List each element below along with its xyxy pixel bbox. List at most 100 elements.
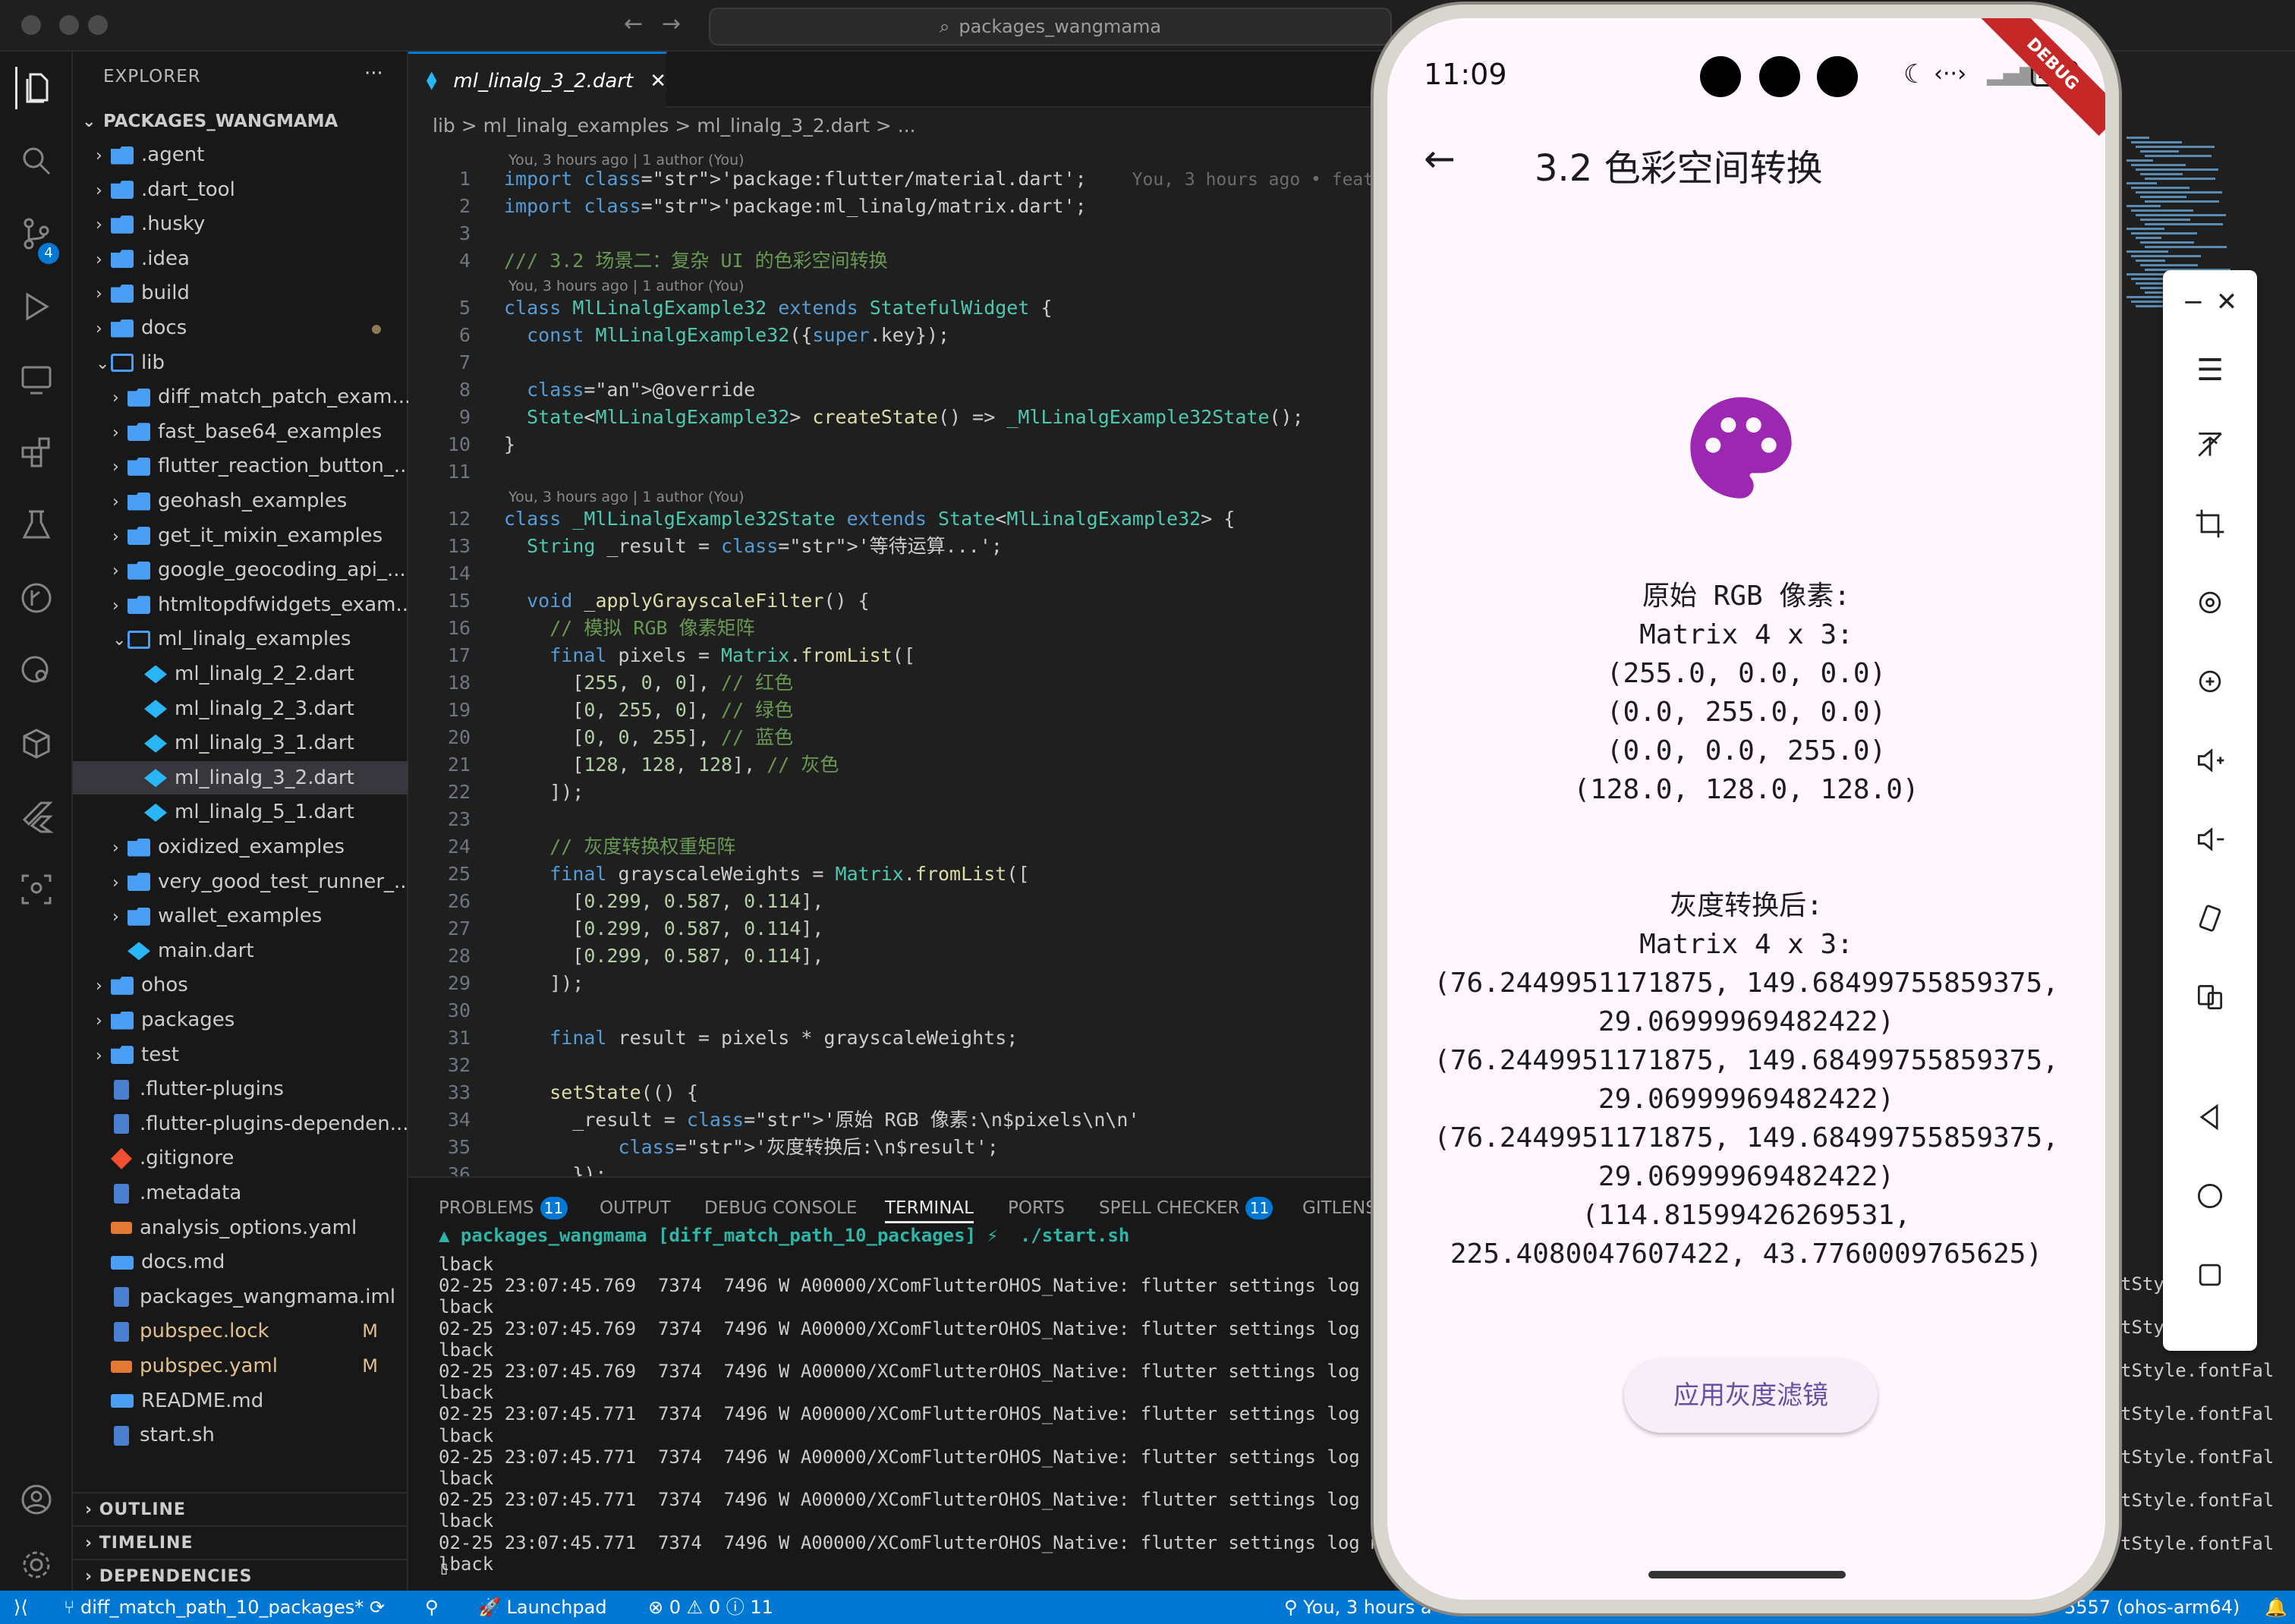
volume-down-icon[interactable] (2163, 817, 2257, 862)
tree-item[interactable]: .gitignore (73, 1141, 408, 1175)
code-line[interactable]: 35 class="str">'灰度转换后:\n$result'; (408, 1134, 1395, 1161)
problems-status[interactable]: ⊗ 0 ⚠ 0 ⓘ 11 (648, 1591, 773, 1624)
tree-item[interactable]: docs.md (73, 1245, 408, 1279)
code-line[interactable]: 26 [0.299, 0.587, 0.114], (408, 888, 1395, 915)
code-line[interactable]: 24 // 灰度转换权重矩阵 (408, 833, 1395, 861)
testing-icon[interactable] (15, 504, 58, 546)
multi-window-icon[interactable] (2163, 974, 2257, 1020)
tab-ml-linalg-3-2[interactable]: ml_linalg_3_2.dart ✕ (408, 52, 666, 108)
tree-item[interactable]: › diff_match_patch_exam... (73, 380, 408, 414)
code-line[interactable]: 9 State<MlLinalgExample32> createState()… (408, 404, 1395, 431)
code-line[interactable]: 4/// 3.2 场景二：复杂 UI 的色彩空间转换 (408, 247, 1395, 275)
code-line[interactable]: 13 String _result = class="str">'等待运算...… (408, 533, 1395, 560)
tree-item[interactable]: .flutter-plugins (73, 1072, 408, 1106)
code-line[interactable]: 33 setState(() { (408, 1079, 1395, 1106)
pin-off-icon[interactable] (2163, 422, 2257, 467)
code-line[interactable]: 8 class="an">@override (408, 376, 1395, 404)
tree-item[interactable]: ⌄ lib (73, 346, 408, 379)
code-lens[interactable]: You, 3 hours ago | 1 author (You) (508, 487, 745, 507)
tree-item[interactable]: main.dart (73, 934, 408, 968)
remote-indicator-icon[interactable]: ⟩⟨ (14, 1591, 28, 1624)
back-arrow-icon[interactable]: ← (624, 11, 643, 37)
close-icon[interactable]: ✕ (2180, 279, 2274, 325)
code-line[interactable]: 7 (408, 349, 1395, 376)
panel-tab[interactable]: TERMINAL (885, 1193, 974, 1223)
notifications-icon[interactable]: 🔔 (2265, 1591, 2287, 1624)
nav-back-icon[interactable] (2163, 1094, 2257, 1140)
apply-grayscale-button[interactable]: 应用灰度滤镜 (1624, 1358, 1878, 1433)
code-lens[interactable]: You, 3 hours ago | 1 author (You) (508, 276, 745, 296)
forward-arrow-icon[interactable]: → (662, 11, 681, 37)
panel-tab[interactable]: SPELL CHECKER 11 (1099, 1193, 1273, 1223)
rotate-icon[interactable] (2163, 580, 2257, 625)
tree-item[interactable]: › ohos (73, 968, 408, 1002)
blame-status[interactable]: ⚲ You, 3 hours a (1284, 1591, 1432, 1624)
tree-item[interactable]: › .idea (73, 242, 408, 275)
tree-item[interactable]: ml_linalg_5_1.dart (73, 795, 408, 829)
search-icon[interactable] (15, 140, 58, 182)
code-line[interactable]: 1 import class="str">'package:flutter/mat… (408, 165, 1489, 193)
code-line[interactable]: 29 ]); (408, 970, 1395, 997)
code-line[interactable]: 30 (408, 997, 1395, 1024)
menu-icon[interactable]: ☰ (2163, 348, 2257, 393)
minimize-window-button[interactable] (59, 15, 79, 35)
tree-item[interactable]: ml_linalg_3_1.dart (73, 726, 408, 760)
close-tab-icon[interactable]: ✕ (650, 70, 666, 93)
code-line[interactable]: 31 final result = pixels * grayscaleWeig… (408, 1024, 1395, 1052)
scan-icon[interactable] (15, 868, 58, 911)
explorer-icon[interactable] (15, 67, 58, 109)
tree-item[interactable]: ml_linalg_2_3.dart (73, 692, 408, 725)
panel-tab[interactable]: OUTPUT (600, 1193, 671, 1223)
tree-item[interactable]: .flutter-plugins-dependen... (73, 1107, 408, 1141)
settings-gear-icon[interactable] (15, 1544, 58, 1586)
code-line[interactable]: 27 [0.299, 0.587, 0.114], (408, 915, 1395, 943)
tree-item[interactable]: › packages (73, 1003, 408, 1037)
tree-item[interactable]: › fast_base64_examples (73, 415, 408, 448)
zoom-window-button[interactable] (88, 15, 108, 35)
panel-tab[interactable]: DEBUG CONSOLE (704, 1193, 857, 1223)
tree-item[interactable]: README.md (73, 1384, 408, 1418)
tree-item[interactable]: › oxidized_examples (73, 830, 408, 864)
more-actions-icon[interactable]: ··· (364, 62, 383, 85)
volume-up-icon[interactable] (2163, 738, 2257, 783)
flutter-icon[interactable] (15, 795, 58, 838)
code-line[interactable]: 28 [0.299, 0.587, 0.114], (408, 943, 1395, 970)
nav-home-icon[interactable] (2163, 1173, 2257, 1219)
tree-item[interactable]: pubspec.lock M (73, 1314, 408, 1348)
rotate-right-icon[interactable] (2163, 659, 2257, 704)
crop-screenshot-icon[interactable] (2163, 501, 2257, 546)
tree-item[interactable]: › google_geocoding_api_... (73, 553, 408, 587)
tree-item[interactable]: › .dart_tool (73, 173, 408, 206)
tree-item[interactable]: › docs (73, 311, 408, 345)
dependencies-section[interactable]: › DEPENDENCIES (73, 1559, 408, 1592)
extensions-icon[interactable] (15, 431, 58, 474)
tree-item[interactable]: › flutter_reaction_button_... (73, 449, 408, 483)
home-indicator[interactable] (1648, 1571, 1846, 1578)
tree-item[interactable]: › build (73, 276, 408, 310)
rotate-device-icon[interactable] (2163, 895, 2257, 941)
code-line[interactable]: 22 ]); (408, 779, 1395, 806)
launchpad-status[interactable]: 🚀 Launchpad (478, 1591, 607, 1624)
code-line[interactable]: 10} (408, 431, 1395, 458)
tree-item[interactable]: › get_it_mixin_examples (73, 519, 408, 552)
code-line[interactable]: 3 (408, 220, 1395, 247)
breadcrumb[interactable]: lib > ml_linalg_examples > ml_linalg_3_2… (433, 111, 916, 141)
tree-item[interactable]: start.sh (73, 1418, 408, 1452)
tree-item[interactable]: › .husky (73, 207, 408, 241)
tree-item[interactable]: ⌄ ml_linalg_examples (73, 622, 408, 656)
package-icon[interactable] (15, 722, 58, 765)
tree-item[interactable]: › wallet_examples (73, 899, 408, 933)
panel-tab[interactable]: GITLENS (1302, 1193, 1377, 1223)
tree-item[interactable]: › htmltopdfwidgets_exam... (73, 588, 408, 622)
code-line[interactable]: 32 (408, 1052, 1395, 1079)
gitlens-inspect-icon[interactable] (15, 650, 58, 692)
sync-icon[interactable]: ⚲ (425, 1591, 439, 1624)
code-line[interactable]: 15 void _applyGrayscaleFilter() { (408, 587, 1395, 615)
code-line[interactable]: 19 [0, 255, 0], // 绿色 (408, 697, 1395, 724)
gitlens-icon[interactable] (15, 577, 58, 619)
code-line[interactable]: 17 final pixels = Matrix.fromList([ (408, 642, 1395, 669)
panel-tab[interactable]: PORTS (1008, 1193, 1065, 1223)
back-arrow-icon[interactable]: ← (1424, 137, 1456, 181)
code-line[interactable]: 2 import class="str">'package:ml_linalg/m… (408, 193, 1395, 220)
account-icon[interactable] (15, 1478, 58, 1521)
